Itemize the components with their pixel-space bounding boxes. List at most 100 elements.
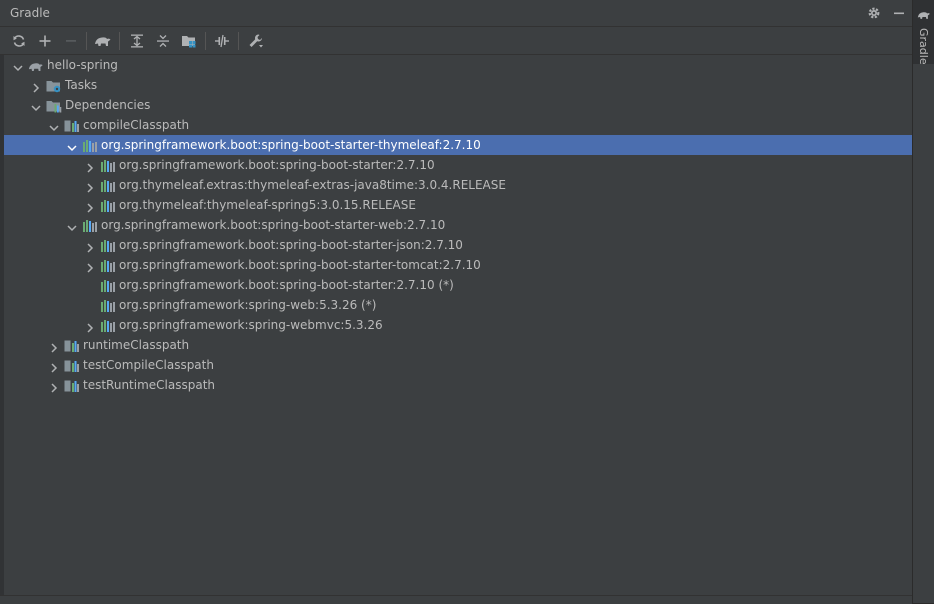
expand-toggle[interactable] xyxy=(84,259,96,273)
tree-node-label: org.thymeleaf:thymeleaf-spring5:3.0.15.R… xyxy=(119,198,416,212)
tree-row[interactable]: testRuntimeClasspath xyxy=(4,375,912,395)
toolbar-separator xyxy=(238,32,239,50)
chevron-down-icon xyxy=(67,145,77,152)
tree-row[interactable]: org.thymeleaf.extras:thymeleaf-extras-ja… xyxy=(4,175,912,195)
tree-node-icon xyxy=(82,218,98,232)
library-icon xyxy=(101,260,115,272)
tree-row[interactable]: compileClasspath xyxy=(4,115,912,135)
tree-row[interactable]: org.springframework:spring-web:5.3.26 (*… xyxy=(4,295,912,315)
toggle-offline-mode-button[interactable] xyxy=(211,30,233,52)
collapse-toggle[interactable] xyxy=(66,219,78,232)
tree-row[interactable]: org.springframework.boot:spring-boot-sta… xyxy=(4,135,912,155)
minimize-button[interactable] xyxy=(889,3,909,23)
configuration-icon xyxy=(64,380,79,392)
library-icon xyxy=(83,220,97,232)
tree-node-icon xyxy=(64,378,80,392)
chevron-right-icon xyxy=(51,363,58,373)
add-gradle-project-button[interactable] xyxy=(34,30,56,52)
elephant-icon xyxy=(95,37,111,46)
tree-node-icon xyxy=(100,198,116,212)
expand-toggle[interactable] xyxy=(48,359,60,373)
expand-toggle[interactable] xyxy=(30,79,42,93)
tree-row[interactable]: hello-spring xyxy=(4,55,912,75)
expand-toggle[interactable] xyxy=(84,239,96,253)
tree-node-icon xyxy=(64,118,80,132)
tasks-folder-icon xyxy=(46,81,61,93)
tree-row[interactable]: testCompileClasspath xyxy=(4,355,912,375)
configuration-icon xyxy=(64,340,79,352)
chevron-down-icon xyxy=(67,225,77,232)
toolbar-separator xyxy=(205,32,206,50)
expand-toggle[interactable] xyxy=(84,179,96,193)
tree-row[interactable]: org.springframework.boot:spring-boot-sta… xyxy=(4,275,912,295)
tree-node-label: hello-spring xyxy=(47,58,118,72)
expand-toggle[interactable] xyxy=(48,339,60,353)
tree-node-label: org.springframework.boot:spring-boot-sta… xyxy=(101,138,481,152)
tree-node-label: testRuntimeClasspath xyxy=(83,378,216,392)
plus-icon xyxy=(39,35,51,47)
remove-gradle-project-button[interactable] xyxy=(60,30,82,52)
tree-node-icon xyxy=(100,158,116,172)
collapse-all-button[interactable] xyxy=(152,30,174,52)
chevron-down-icon xyxy=(13,65,23,72)
analyze-dependencies-button[interactable] xyxy=(178,30,200,52)
expand-toggle[interactable] xyxy=(84,159,96,173)
tree-node-label: org.springframework:spring-webmvc:5.3.26 xyxy=(119,318,383,332)
tree-node-label: org.springframework.boot:spring-boot-sta… xyxy=(119,258,481,272)
expand-all-button[interactable] xyxy=(126,30,148,52)
chevron-down-icon xyxy=(49,125,59,132)
tree-row[interactable]: Tasks xyxy=(4,75,912,95)
minus-icon xyxy=(66,40,76,42)
tree-node-label: org.springframework:spring-web:5.3.26 (*… xyxy=(119,298,377,312)
tree-node-label: org.springframework.boot:spring-boot-sta… xyxy=(119,158,435,172)
tree-row[interactable]: Dependencies xyxy=(4,95,912,115)
execute-gradle-task-button[interactable] xyxy=(92,30,114,52)
tree-node-icon xyxy=(100,238,116,252)
tree-node-icon xyxy=(100,298,116,312)
expand-toggle[interactable] xyxy=(84,199,96,213)
tree-row[interactable]: org.springframework.boot:spring-boot-sta… xyxy=(4,235,912,255)
tree-row[interactable]: org.thymeleaf:thymeleaf-spring5:3.0.15.R… xyxy=(4,195,912,215)
tree-node-label: org.thymeleaf.extras:thymeleaf-extras-ja… xyxy=(119,178,506,192)
tree-row[interactable]: org.springframework:spring-webmvc:5.3.26 xyxy=(4,315,912,335)
configuration-icon xyxy=(64,360,79,372)
chevron-right-icon xyxy=(87,183,94,193)
tree-node-icon xyxy=(100,278,116,292)
elephant-icon xyxy=(917,12,930,19)
gradle-side-tab[interactable]: Gradle xyxy=(913,0,934,65)
chevron-right-icon xyxy=(87,323,94,333)
tree-node-label: Tasks xyxy=(65,78,98,92)
tree-node-icon xyxy=(46,98,62,113)
library-icon xyxy=(83,140,97,152)
tree-node-icon xyxy=(46,78,62,93)
reload-all-gradle-projects-button[interactable] xyxy=(8,30,30,52)
library-icon xyxy=(101,300,115,312)
tree-node-label: testCompileClasspath xyxy=(83,358,214,372)
expand-toggle[interactable] xyxy=(84,319,96,333)
tree-node-label: org.springframework.boot:spring-boot-sta… xyxy=(119,278,454,292)
chevron-right-icon xyxy=(87,203,94,213)
settings-button[interactable] xyxy=(864,3,884,23)
tree-node-label: org.springframework.boot:spring-boot-sta… xyxy=(101,218,446,232)
expand-toggle[interactable] xyxy=(48,379,60,393)
collapse-toggle[interactable] xyxy=(48,119,60,132)
wrench-icon xyxy=(249,34,263,48)
gradle-projects-tree[interactable]: hello-spring Tasks Dependencies compileClas… xyxy=(4,55,912,595)
tree-row[interactable]: org.springframework.boot:spring-boot-sta… xyxy=(4,215,912,235)
build-tool-settings-button[interactable] xyxy=(245,30,267,52)
tree-node-label: org.springframework.boot:spring-boot-sta… xyxy=(119,238,463,252)
collapse-toggle[interactable] xyxy=(30,99,42,112)
tree-node-icon xyxy=(28,58,44,72)
minimize-icon xyxy=(894,12,904,15)
tree-row[interactable]: org.springframework.boot:spring-boot-sta… xyxy=(4,255,912,275)
collapse-toggle[interactable] xyxy=(12,59,24,72)
dependencies-folder-icon xyxy=(46,101,62,113)
chevron-right-icon xyxy=(33,83,40,93)
library-icon xyxy=(101,200,115,212)
panel-title: Gradle xyxy=(10,6,50,20)
collapse-toggle[interactable] xyxy=(66,139,78,152)
tree-row[interactable]: runtimeClasspath xyxy=(4,335,912,355)
tree-row[interactable]: org.springframework.boot:spring-boot-sta… xyxy=(4,155,912,175)
library-icon xyxy=(101,180,115,192)
collapse-all-icon xyxy=(157,35,169,47)
